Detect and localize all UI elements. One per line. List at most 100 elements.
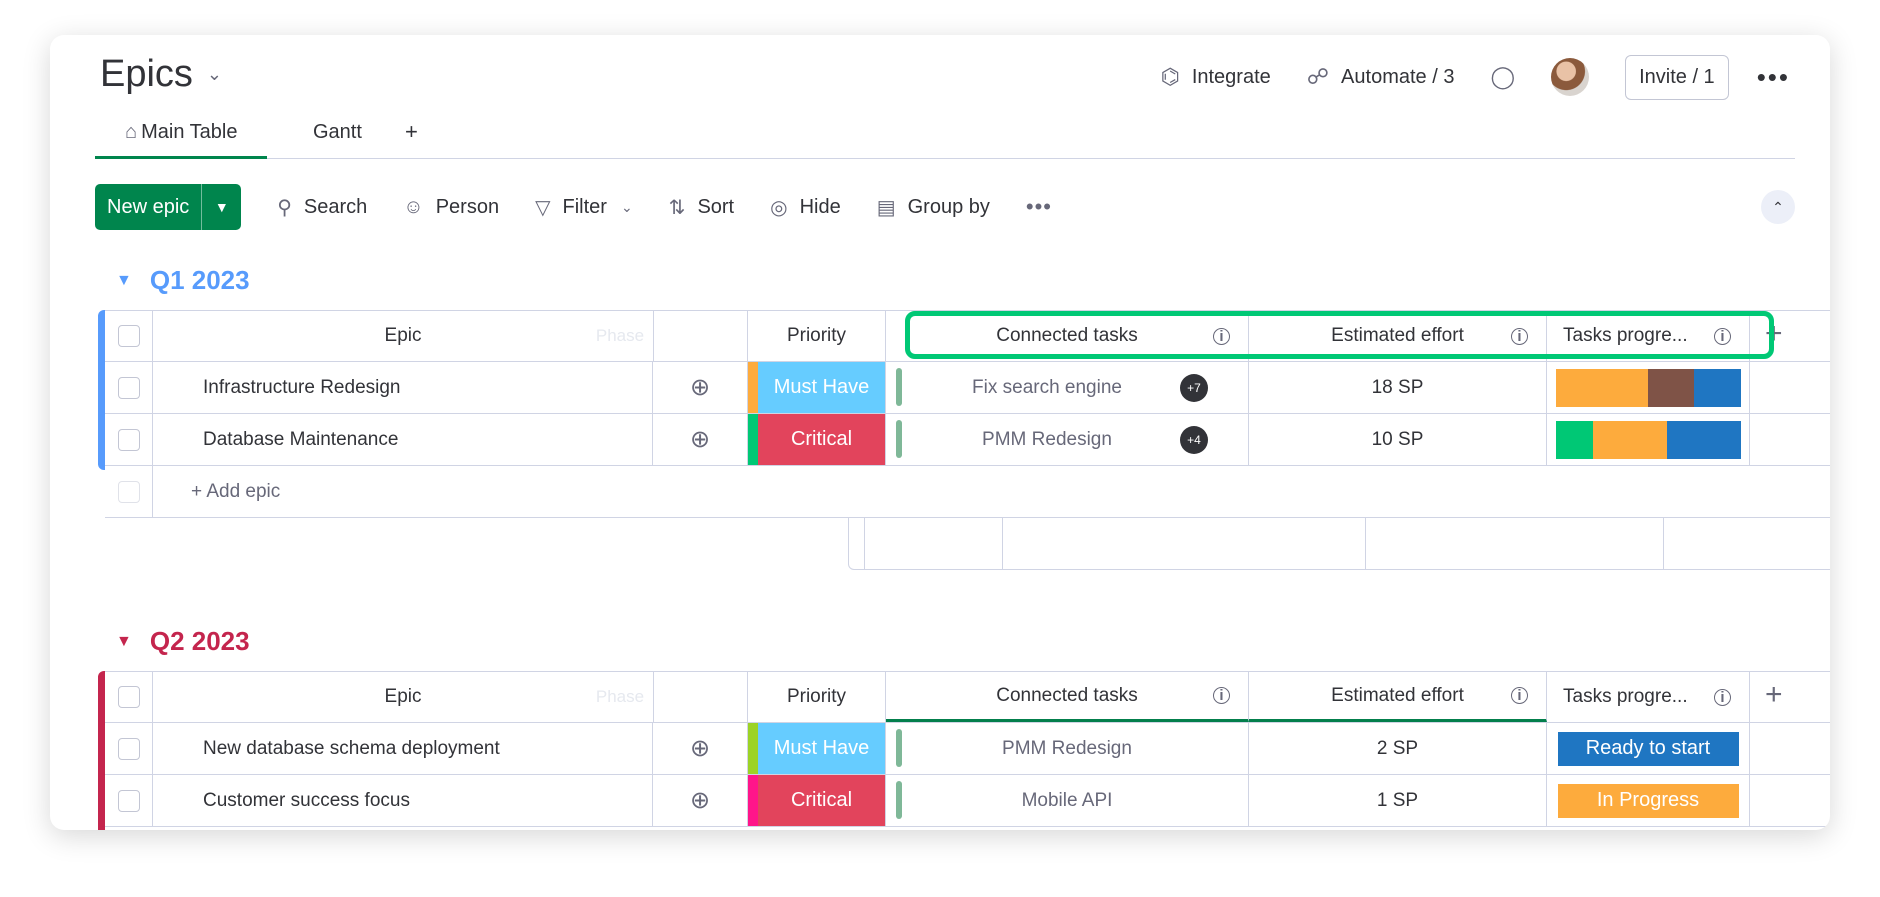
column-priority[interactable]: Priority — [748, 672, 886, 722]
progress-cell[interactable]: In Progress — [1547, 775, 1750, 826]
epic-name-cell[interactable]: Customer success focus — [153, 775, 653, 826]
group-title[interactable]: Q1 2023 — [150, 265, 250, 296]
table-row[interactable]: New database schema deployment ⊕ Must Ha… — [105, 723, 1830, 775]
table-row[interactable]: Database Maintenance ⊕ Critical PMM Rede… — [105, 414, 1830, 466]
table-row[interactable]: Infrastructure Redesign ⊕ Must Have Fix … — [105, 362, 1830, 414]
priority-status[interactable]: Must Have — [758, 723, 886, 774]
row-checkbox[interactable] — [117, 428, 140, 451]
add-update-icon[interactable]: ⊕ — [690, 373, 710, 402]
add-epic-row[interactable]: + Add epic — [105, 466, 1830, 518]
add-update-icon[interactable]: ⊕ — [690, 734, 710, 763]
table-row[interactable]: Customer success focus ⊕ Critical Mobile… — [105, 775, 1830, 827]
info-icon[interactable]: i — [1213, 687, 1230, 704]
updates-cell[interactable]: ⊕ — [653, 723, 748, 774]
column-tasks-progress[interactable]: Tasks progre... i — [1547, 672, 1750, 722]
effort-cell[interactable]: 1 SP — [1249, 775, 1547, 826]
group-by-button[interactable]: ▤ Group by — [877, 195, 990, 220]
add-column-button[interactable]: + — [1765, 678, 1783, 712]
chevron-down-icon[interactable]: ⌄ — [207, 64, 222, 85]
epic-name[interactable]: Database Maintenance — [203, 429, 398, 451]
column-connected-tasks[interactable]: Connected tasks i — [886, 672, 1249, 722]
connected-task-name[interactable]: PMM Redesign — [1002, 738, 1132, 760]
person-filter-button[interactable]: ☺ Person — [403, 196, 499, 219]
group-header-q2[interactable]: ▼ Q2 2023 — [116, 626, 250, 657]
select-all-checkbox[interactable] — [117, 325, 140, 347]
search-button[interactable]: ⚲ Search — [277, 195, 367, 220]
connected-tasks-cell[interactable]: Fix search engine +7 — [886, 362, 1249, 413]
epic-name-cell[interactable]: Database Maintenance — [153, 414, 653, 465]
progress-status[interactable]: In Progress — [1557, 783, 1739, 818]
new-epic-button[interactable]: New epic ▼ — [95, 184, 242, 230]
updates-cell[interactable]: ⊕ — [653, 775, 748, 826]
updates-cell[interactable]: ⊕ — [653, 362, 748, 413]
more-connected-badge[interactable]: +4 — [1180, 425, 1208, 454]
chevron-down-icon[interactable]: ⌄ — [621, 199, 633, 216]
connected-task-name[interactable]: Fix search engine — [972, 377, 1122, 399]
automate-button[interactable]: ☍ Automate / 3 — [1307, 64, 1455, 90]
progress-status[interactable]: Ready to start — [1557, 731, 1739, 766]
priority-status[interactable]: Must Have — [758, 362, 886, 413]
integrate-button[interactable]: ⌬ Integrate — [1161, 64, 1271, 90]
progress-cell[interactable]: Ready to start — [1547, 723, 1750, 774]
connected-tasks-cell[interactable]: Mobile API — [886, 775, 1249, 826]
row-checkbox-cell[interactable] — [105, 723, 153, 774]
select-all-checkbox[interactable] — [117, 686, 140, 708]
effort-cell[interactable]: 10 SP — [1249, 414, 1547, 465]
add-view-button[interactable]: + — [405, 119, 418, 145]
epic-name[interactable]: Infrastructure Redesign — [203, 377, 401, 399]
add-epic-cell[interactable]: + Add epic — [153, 466, 653, 517]
more-connected-badge[interactable]: +7 — [1180, 373, 1208, 402]
group-icon: ▤ — [876, 196, 896, 219]
priority-label: Must Have — [773, 737, 870, 759]
priority-status[interactable]: Critical — [758, 414, 886, 465]
effort-cell[interactable]: 18 SP — [1249, 362, 1547, 413]
more-options-icon[interactable]: ••• — [1757, 62, 1790, 93]
select-all-checkbox-cell[interactable] — [105, 672, 153, 722]
tab-gantt[interactable]: Gantt — [313, 121, 362, 144]
connected-task-name[interactable]: PMM Redesign — [982, 429, 1112, 451]
sort-label: Sort — [697, 195, 735, 218]
board-title[interactable]: Epics ⌄ — [100, 53, 222, 96]
effort-cell[interactable]: 2 SP — [1249, 723, 1547, 774]
tab-main-table[interactable]: ⌂ Main Table — [95, 121, 268, 159]
updates-button[interactable]: ◯ — [1490, 64, 1515, 90]
progress-cell[interactable] — [1547, 362, 1750, 413]
row-checkbox-cell[interactable] — [105, 775, 153, 826]
select-all-checkbox-cell[interactable] — [105, 311, 153, 361]
hide-button[interactable]: ◎ Hide — [770, 195, 841, 220]
filter-button[interactable]: ▽ Filter ⌄ — [535, 195, 633, 220]
more-toolbar-icon[interactable]: ••• — [1026, 194, 1052, 220]
row-checkbox[interactable] — [117, 376, 140, 399]
priority-label: Critical — [790, 428, 853, 450]
group-title[interactable]: Q2 2023 — [150, 626, 250, 657]
priority-status[interactable]: Critical — [758, 775, 886, 826]
chevron-down-icon[interactable]: ▼ — [201, 184, 241, 230]
group-header-q1[interactable]: ▼ Q1 2023 — [116, 265, 250, 296]
chevron-down-icon[interactable]: ▼ — [116, 272, 132, 290]
row-checkbox[interactable] — [117, 789, 140, 812]
connected-tasks-cell[interactable]: PMM Redesign — [886, 723, 1249, 774]
epic-name[interactable]: Customer success focus — [203, 790, 410, 812]
info-icon[interactable]: i — [1714, 688, 1731, 706]
sort-button[interactable]: ⇅ Sort — [669, 195, 734, 220]
collapse-header-button[interactable]: ⌃ — [1761, 190, 1795, 224]
progress-cell[interactable] — [1547, 414, 1750, 465]
invite-button[interactable]: Invite / 1 — [1625, 54, 1729, 100]
add-update-icon[interactable]: ⊕ — [690, 786, 710, 815]
epic-name-cell[interactable]: Infrastructure Redesign — [153, 362, 653, 413]
updates-cell[interactable]: ⊕ — [653, 414, 748, 465]
avatar[interactable] — [1551, 58, 1590, 96]
add-update-icon[interactable]: ⊕ — [690, 425, 710, 454]
epic-name-cell[interactable]: New database schema deployment — [153, 723, 653, 774]
connected-task-name[interactable]: Mobile API — [1022, 790, 1113, 812]
column-priority[interactable]: Priority — [748, 311, 886, 361]
column-estimated-effort[interactable]: Estimated effort i — [1249, 672, 1547, 722]
epic-name[interactable]: New database schema deployment — [203, 738, 500, 760]
row-checkbox[interactable] — [117, 737, 140, 760]
info-icon[interactable]: i — [1511, 687, 1528, 704]
row-checkbox-cell[interactable] — [105, 414, 153, 465]
connected-tasks-cell[interactable]: PMM Redesign +4 — [886, 414, 1249, 465]
add-epic-button[interactable]: + Add epic — [191, 481, 280, 503]
chevron-down-icon[interactable]: ▼ — [116, 633, 132, 651]
row-checkbox-cell[interactable] — [105, 362, 153, 413]
